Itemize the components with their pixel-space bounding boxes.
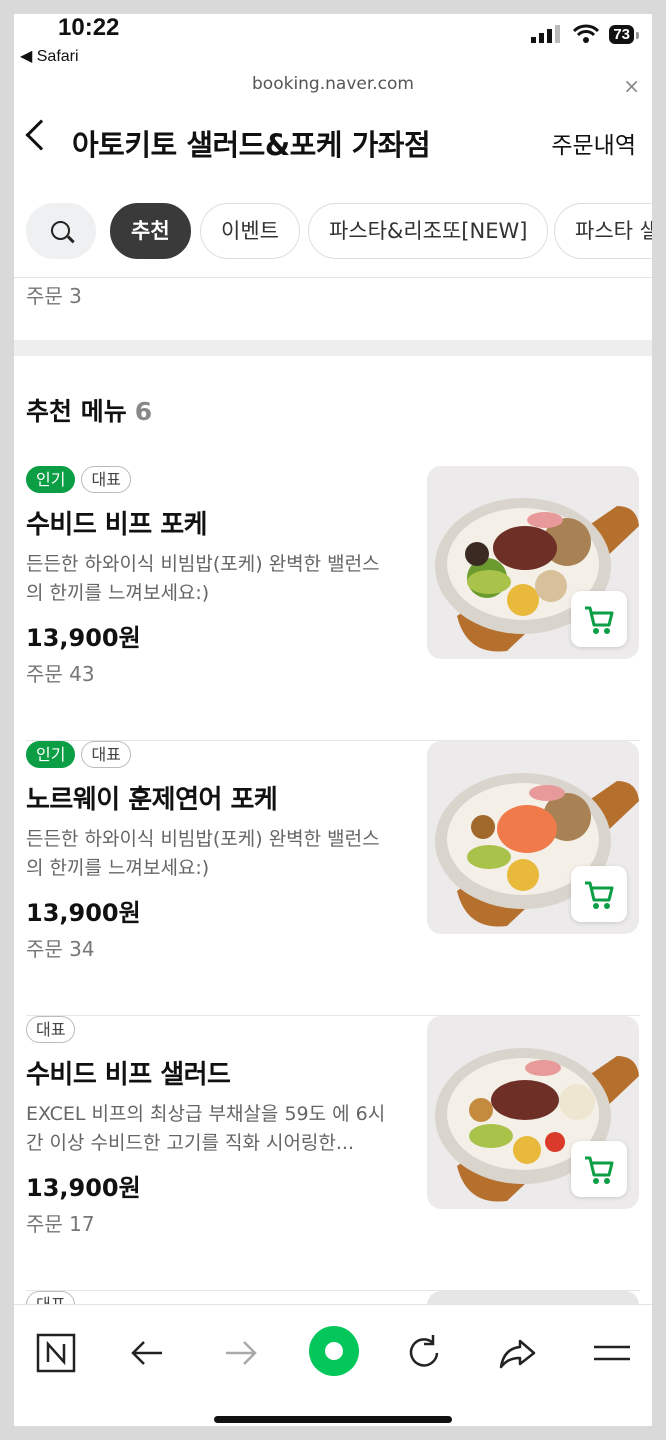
chip-pasta-salad[interactable]: 파스타 샐러 (554, 203, 652, 259)
item-price: 13,900원 (26, 1174, 141, 1202)
popular-badge: 인기 (26, 466, 76, 493)
section-title-text: 추천 메뉴 (26, 397, 127, 426)
status-bar: 10:22 ◀ Safari 73 (14, 14, 652, 74)
battery-indicator: 73 (609, 24, 639, 44)
wifi-icon (573, 24, 600, 43)
browser-url-bar[interactable]: booking.naver.com × (14, 74, 652, 110)
naver-green-dot-icon[interactable] (306, 1323, 362, 1379)
representative-badge: 대표 (26, 1016, 76, 1043)
browser-toolbar (14, 1304, 652, 1426)
item-price: 13,900원 (26, 899, 141, 927)
cart-icon (585, 1156, 614, 1184)
section-count: 6 (134, 397, 153, 426)
chip-pasta-risotto[interactable]: 파스타&리조또[NEW] (308, 203, 549, 259)
back-arrow-icon[interactable] (126, 1331, 170, 1375)
order-history-link[interactable]: 주문내역 (551, 126, 636, 160)
representative-badge: 대표 (81, 466, 131, 493)
item-name: 노르웨이 훈제연어 포케 (26, 785, 278, 815)
cellular-signal-icon (531, 25, 561, 43)
item-price: 13,900원 (26, 624, 141, 652)
refresh-icon[interactable] (402, 1331, 446, 1375)
section-title: 추천 메뉴 6 (26, 392, 152, 428)
menu-item[interactable]: 대표 수비드 비프 샐러드 EXCEL 비프의 최상급 부채살을 59도 에 6… (26, 1016, 640, 1291)
menu-item[interactable]: 인기 대표 수비드 비프 포케 든든한 하와이식 비빔밥(포케) 완벽한 밸런스… (26, 466, 640, 741)
forward-arrow-icon[interactable] (218, 1331, 262, 1375)
add-to-cart-button[interactable] (571, 591, 627, 647)
page-header: 아토키토 샐러드&포케 가좌점 주문내역 (14, 114, 652, 174)
item-description: 든든한 하와이식 비빔밥(포케) 완벽한 밸런스의 한끼를 느껴보세요:) (26, 828, 380, 879)
badge-group: 인기 대표 (26, 466, 131, 493)
share-icon[interactable] (496, 1331, 540, 1375)
item-photo[interactable] (427, 1016, 639, 1209)
status-icons: 73 (531, 24, 639, 44)
item-name: 수비드 비프 포케 (26, 510, 208, 540)
page-title: 아토키토 샐러드&포케 가좌점 (72, 128, 431, 162)
item-description: EXCEL 비프의 최상급 부채살을 59도 에 6시간 이상 수비드한 고기를… (26, 1103, 386, 1154)
item-name: 수비드 비프 샐러드 (26, 1060, 231, 1090)
chip-event[interactable]: 이벤트 (200, 203, 300, 259)
badge-group: 대표 (26, 1016, 76, 1043)
search-icon (51, 221, 70, 240)
item-description: 든든한 하와이식 비빔밥(포케) 완벽한 밸런스의 한끼를 느껴보세요:) (26, 553, 380, 604)
category-chip-bar: 추천 이벤트 파스타&리조또[NEW] 파스타 샐러 (14, 199, 652, 265)
back-chevron-icon[interactable] (25, 119, 57, 151)
menu-icon[interactable] (590, 1331, 634, 1375)
popular-badge: 인기 (26, 741, 76, 768)
cart-icon (585, 881, 614, 909)
item-order-count: 주문 43 (26, 662, 95, 686)
search-button[interactable] (26, 203, 96, 259)
item-order-count: 주문 17 (26, 1212, 95, 1236)
section-separator (14, 340, 652, 356)
url-text[interactable]: booking.naver.com (252, 74, 414, 94)
representative-badge: 대표 (81, 741, 131, 768)
back-to-safari-link[interactable]: ◀ Safari (20, 46, 79, 66)
chip-recommended[interactable]: 추천 (110, 203, 191, 259)
add-to-cart-button[interactable] (571, 866, 627, 922)
item-order-count: 주문 34 (26, 937, 95, 961)
badge-group: 인기 대표 (26, 741, 131, 768)
add-to-cart-button[interactable] (571, 1141, 627, 1197)
item-photo[interactable] (427, 466, 639, 659)
item-photo[interactable] (427, 741, 639, 934)
home-indicator (214, 1416, 452, 1423)
menu-item[interactable]: 인기 대표 노르웨이 훈제연어 포케 든든한 하와이식 비빔밥(포케) 완벽한 … (26, 741, 640, 1016)
clock: 10:22 (58, 14, 120, 41)
close-icon[interactable]: × (623, 74, 640, 98)
naver-home-icon[interactable] (34, 1331, 78, 1375)
divider (14, 277, 652, 278)
phone-screen: 10:22 ◀ Safari 73 booking.naver.com × 아토… (14, 14, 652, 1426)
cart-icon (585, 606, 614, 634)
previous-item-order-count: 주문 3 (26, 284, 82, 308)
